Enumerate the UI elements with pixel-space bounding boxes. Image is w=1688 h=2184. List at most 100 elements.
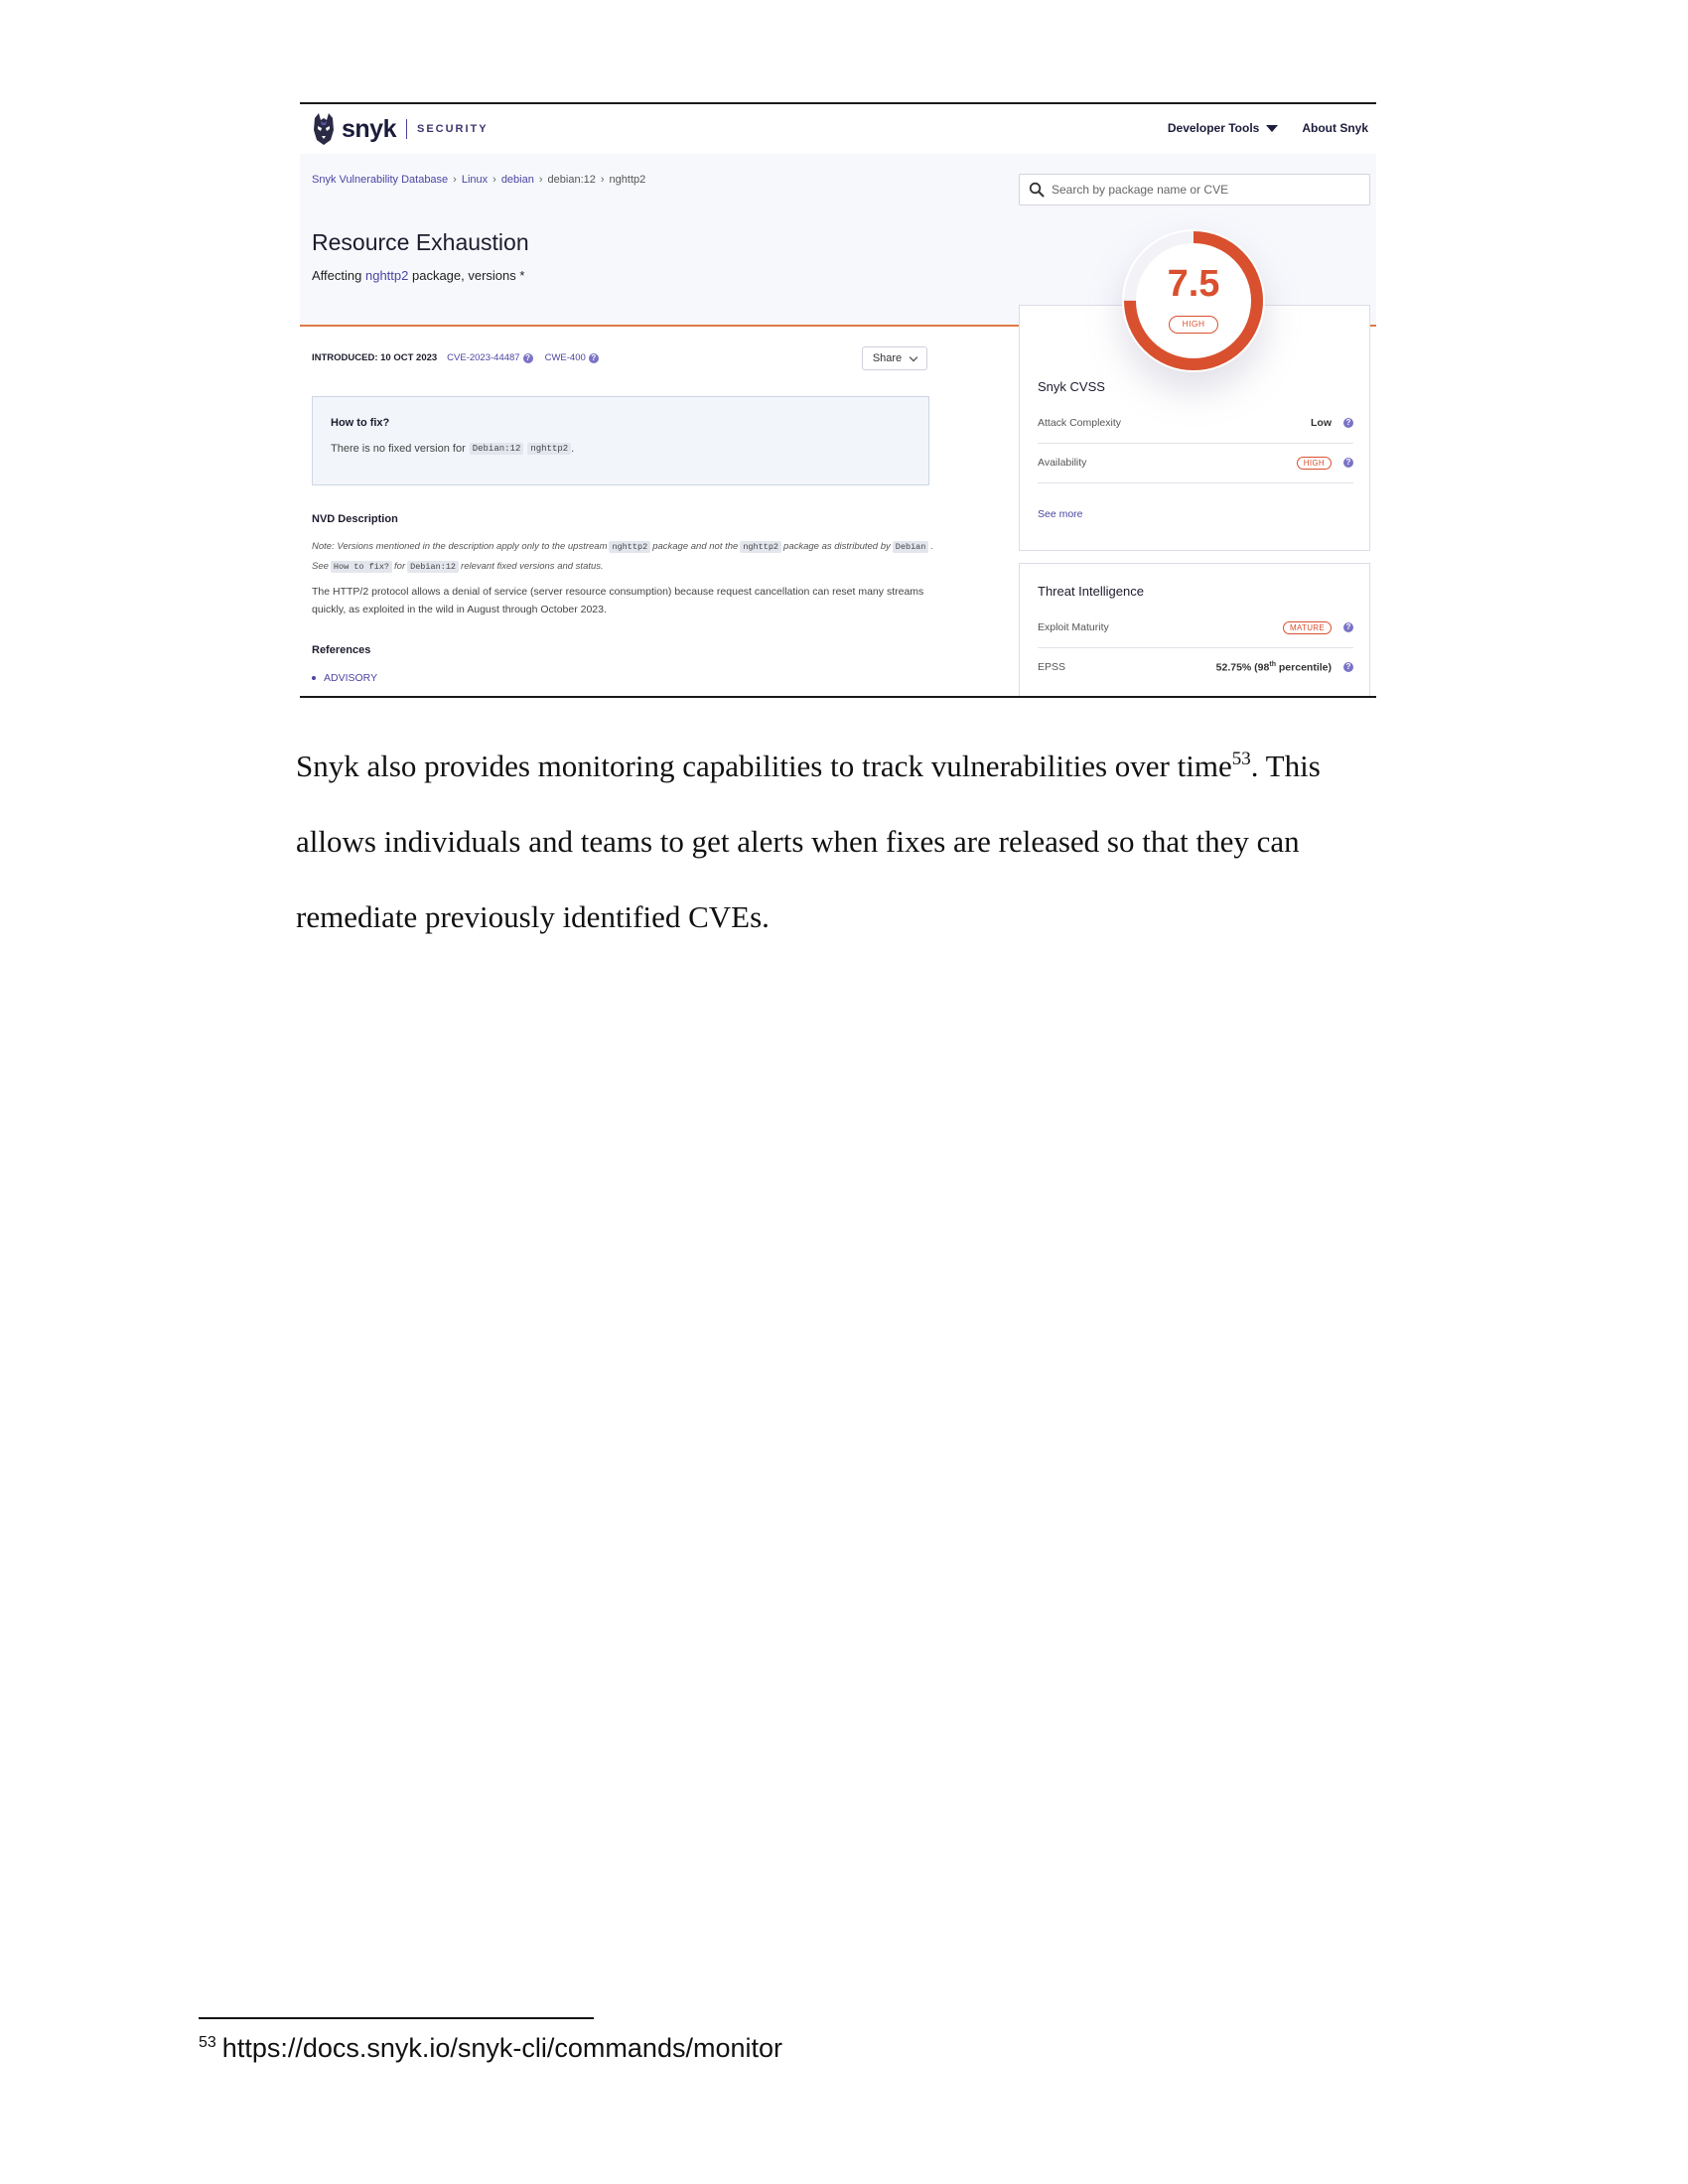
breadcrumb-separator: › [453, 174, 457, 186]
threat-row-label: Exploit Maturity [1038, 621, 1109, 633]
help-icon[interactable]: ? [1343, 622, 1353, 632]
help-icon[interactable]: ? [1343, 418, 1353, 428]
footnote-reference[interactable]: 53 [1232, 749, 1251, 769]
paragraph-line: remediate previously identified CVEs. [296, 899, 770, 934]
nvd-note: Note: Versions mentioned in the descript… [312, 537, 947, 577]
cvss-heading: Snyk CVSS [1038, 379, 1105, 394]
cvss-score-value: 7.5 [1167, 263, 1220, 305]
breadcrumb: Snyk Vulnerability Database › Linux › de… [312, 174, 645, 186]
maturity-badge: MATURE [1283, 620, 1332, 634]
code-debian-12: Debian:12 [469, 443, 524, 455]
nav-about-snyk[interactable]: About Snyk [1302, 121, 1368, 135]
breadcrumb-linux[interactable]: Linux [462, 174, 488, 186]
cvss-row-value-wrap: HIGH ? [1296, 456, 1353, 470]
epss-value-ordinal: th [1269, 660, 1276, 668]
breadcrumb-debian[interactable]: debian [501, 174, 534, 186]
code-nghttp2: nghttp2 [527, 443, 572, 455]
breadcrumb-database[interactable]: Snyk Vulnerability Database [312, 174, 448, 186]
affecting-prefix: Affecting [312, 268, 362, 283]
package-link[interactable]: nghttp2 [365, 268, 408, 283]
help-icon[interactable]: ? [1343, 662, 1353, 672]
how-to-fix-text: There is no fixed version for Debian:12 … [331, 443, 574, 455]
note-text: Note: Versions mentioned in the descript… [312, 541, 608, 552]
threat-row-epss: EPSS 52.75% (98th percentile) ? [1038, 647, 1353, 687]
cvss-row-label: Attack Complexity [1038, 417, 1122, 429]
reference-item[interactable]: ADVISORY [312, 672, 377, 684]
vulnerability-meta: INTRODUCED: 10 OCT 2023 CVE-2023-44487 ?… [312, 352, 611, 363]
nvd-description-heading: NVD Description [312, 513, 398, 525]
note-text: relevant fixed versions and status. [461, 561, 604, 572]
epss-value-main: 52.75% (98 [1215, 661, 1270, 674]
cvss-row-attack-complexity: Attack Complexity Low ? [1038, 403, 1353, 444]
body-paragraph: Snyk also provides monitoring capabiliti… [296, 729, 1438, 955]
share-label: Share [872, 352, 903, 364]
how-to-fix-panel: How to fix? There is no fixed version fo… [312, 396, 929, 485]
paragraph-line: Snyk also provides monitoring capabiliti… [296, 729, 1438, 804]
breadcrumb-separator: › [538, 174, 543, 186]
nav-developer-tools-label: Developer Tools [1167, 121, 1260, 135]
footnote-url[interactable]: https://docs.snyk.io/snyk-cli/commands/m… [222, 2033, 782, 2063]
note-code: nghttp2 [609, 541, 651, 553]
epss-value: 52.75% (98th percentile) [1216, 661, 1332, 674]
introduced-date: INTRODUCED: 10 OCT 2023 [312, 352, 438, 363]
breadcrumb-package: nghttp2 [609, 174, 646, 186]
bullet-icon [312, 676, 316, 680]
cvss-score-gauge: 7.5 HIGH [1122, 229, 1265, 372]
threat-heading: Threat Intelligence [1038, 584, 1144, 599]
paragraph-line-text: Snyk also provides monitoring capabiliti… [296, 749, 1232, 783]
logo-section-label: SECURITY [416, 123, 489, 135]
footnote: 53 https://docs.snyk.io/snyk-cli/commands… [199, 2033, 782, 2064]
help-icon[interactable]: ? [522, 352, 533, 363]
cvss-row-label: Availability [1038, 457, 1087, 469]
logo-wordmark: snyk [342, 114, 396, 143]
cvss-row-availability: Availability HIGH ? [1038, 443, 1353, 483]
threat-row-value-wrap: 52.75% (98th percentile) ? [1216, 661, 1353, 674]
top-navigation-bar: snyk SECURITY Developer Tools About Snyk [300, 104, 1376, 154]
note-text: package as distributed by [783, 541, 891, 552]
caret-down-icon [1266, 124, 1279, 132]
reference-advisory-link[interactable]: ADVISORY [324, 672, 377, 684]
note-code: Debian [892, 541, 929, 553]
cwe-link[interactable]: CWE-400 [545, 352, 586, 363]
note-text: for [394, 561, 406, 572]
how-to-fix-sentence: There is no fixed version for [331, 443, 466, 455]
search-box [1019, 174, 1370, 205]
how-to-fix-period: . [571, 443, 575, 455]
page-title: Resource Exhaustion [312, 229, 529, 255]
note-code: nghttp2 [740, 541, 782, 553]
note-code: How to fix? [330, 561, 393, 573]
footnote-divider [199, 2017, 594, 2019]
threat-row-value-wrap: MATURE ? [1283, 620, 1353, 634]
snyk-screenshot: snyk SECURITY Developer Tools About Snyk… [300, 102, 1376, 698]
epss-value-suffix: percentile) [1275, 661, 1332, 674]
cvss-severity-badge: HIGH [1169, 316, 1218, 334]
threat-row-exploit-maturity: Exploit Maturity MATURE ? [1038, 608, 1353, 648]
note-code: Debian:12 [407, 561, 460, 573]
breadcrumb-separator: › [492, 174, 496, 186]
nvd-description-text: The HTTP/2 protocol allows a denial of s… [312, 586, 924, 615]
help-icon[interactable]: ? [1343, 458, 1353, 468]
nav-developer-tools[interactable]: Developer Tools [1167, 121, 1279, 135]
see-more-link[interactable]: See more [1038, 508, 1083, 520]
threat-row-label: EPSS [1038, 661, 1066, 673]
paragraph-line-continuation: . This [1250, 749, 1321, 783]
cvss-row-value: Low [1311, 417, 1332, 429]
references-heading: References [312, 644, 371, 656]
snyk-dog-logo-icon [314, 113, 334, 145]
logo-divider [405, 119, 407, 139]
search-icon [1029, 182, 1045, 198]
footnote-number: 53 [199, 2034, 216, 2051]
search-input[interactable] [1052, 183, 1349, 197]
threat-intelligence-card: Threat Intelligence Exploit Maturity MAT… [1019, 563, 1370, 696]
breadcrumb-debian-12: debian:12 [547, 174, 596, 186]
breadcrumb-separator: › [600, 174, 605, 186]
cvss-row-value-wrap: Low ? [1311, 417, 1353, 429]
affected-package-line: Affecting nghttp2 package, versions * [312, 268, 524, 283]
main-nav: Developer Tools About Snyk [1144, 121, 1368, 135]
help-icon[interactable]: ? [588, 352, 599, 363]
cve-link[interactable]: CVE-2023-44487 [447, 352, 519, 363]
share-button[interactable]: Share [862, 346, 927, 370]
snyk-logo[interactable]: snyk SECURITY [312, 112, 489, 146]
severity-badge: HIGH [1296, 456, 1332, 470]
how-to-fix-heading: How to fix? [331, 417, 390, 429]
